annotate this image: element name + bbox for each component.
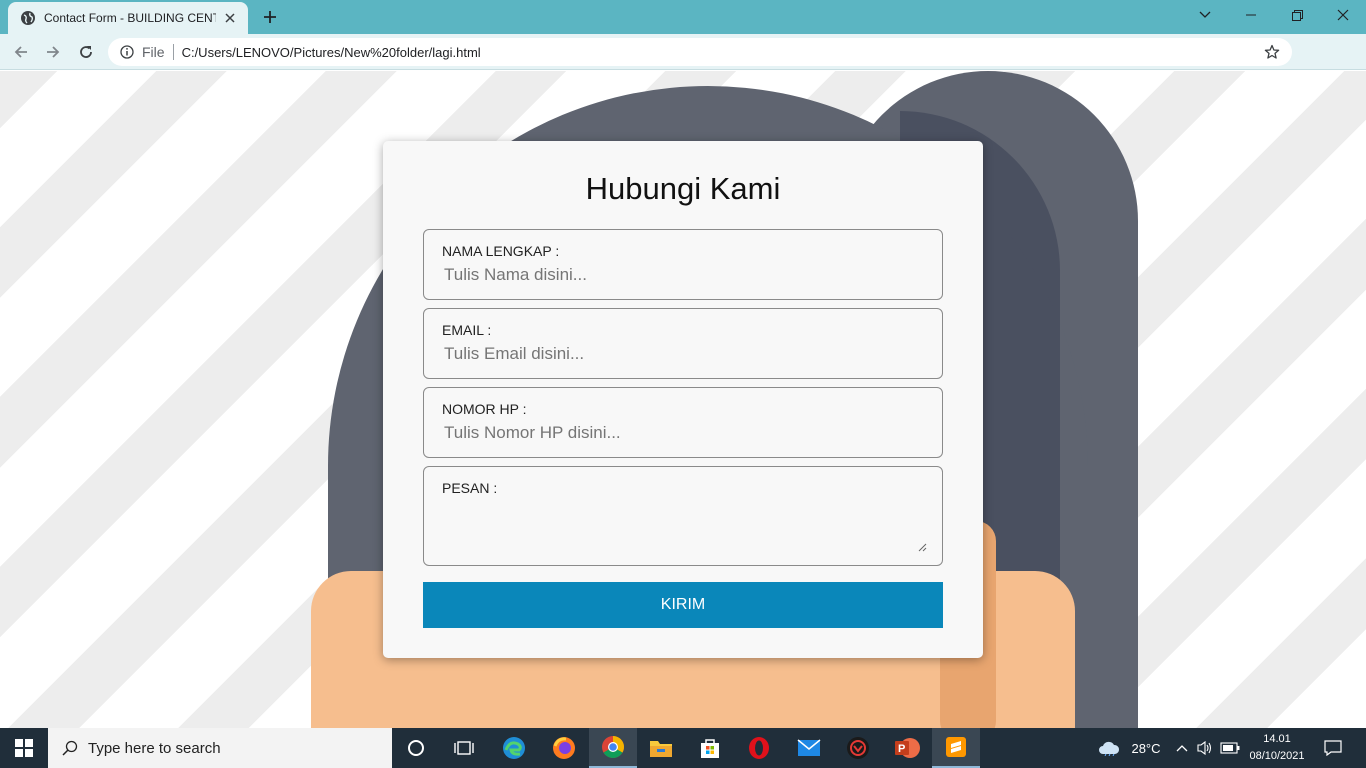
phone-field[interactable]: NOMOR HP : Tulis Nomor HP disini...	[423, 387, 943, 458]
chevron-up-icon[interactable]	[1172, 728, 1192, 768]
bookmark-star-icon[interactable]	[1264, 44, 1280, 60]
submit-button[interactable]: KIRIM	[423, 582, 943, 628]
contact-form-card: Hubungi Kami NAMA LENGKAP : Tulis Nama d…	[383, 141, 983, 658]
browser-toolbar: File C:/Users/LENOVO/Pictures/New%20fold…	[0, 34, 1366, 97]
opera-icon[interactable]	[735, 728, 783, 768]
full-name-label: NAMA LENGKAP :	[442, 243, 560, 259]
message-textarea[interactable]	[444, 502, 914, 552]
chrome-icon[interactable]	[589, 728, 637, 768]
phone-input[interactable]: Tulis Nomor HP disini...	[444, 423, 621, 443]
file-explorer-icon[interactable]	[637, 728, 685, 768]
volume-icon[interactable]	[1194, 728, 1216, 768]
game-app-icon[interactable]	[834, 728, 882, 768]
message-label: PESAN :	[442, 480, 498, 496]
notification-icon[interactable]	[1318, 728, 1348, 768]
browser-titlebar: Contact Form - BUILDING CENTE	[0, 0, 1366, 34]
phone-label: NOMOR HP :	[442, 401, 527, 417]
full-name-field[interactable]: NAMA LENGKAP : Tulis Nama disini...	[423, 229, 943, 300]
tab-title: Contact Form - BUILDING CENTE	[44, 11, 216, 25]
minimize-button[interactable]	[1228, 0, 1274, 30]
info-icon[interactable]	[120, 45, 134, 59]
url-text[interactable]: C:/Users/LENOVO/Pictures/New%20folder/la…	[182, 45, 481, 60]
windows-start-icon[interactable]	[0, 728, 48, 768]
powerpoint-icon[interactable]: P	[883, 728, 931, 768]
form-title: Hubungi Kami	[585, 171, 781, 206]
restore-button[interactable]	[1274, 0, 1320, 30]
cortana-icon[interactable]	[392, 728, 440, 768]
close-tab-icon[interactable]	[222, 10, 238, 26]
sublime-text-icon[interactable]	[932, 728, 980, 768]
weather-temperature[interactable]: 28°C	[1126, 728, 1166, 768]
scheme-label: File	[142, 44, 165, 60]
close-window-button[interactable]	[1320, 0, 1366, 30]
taskbar: Type here to search P 28°C 14.01 08/10/2…	[0, 728, 1366, 768]
microsoft-store-icon[interactable]	[686, 728, 734, 768]
mail-icon[interactable]	[785, 728, 833, 768]
forward-button[interactable]	[40, 40, 66, 64]
email-label: EMAIL :	[442, 322, 492, 338]
full-name-input[interactable]: Tulis Nama disini...	[444, 265, 587, 285]
firefox-icon[interactable]	[540, 728, 588, 768]
edge-icon[interactable]	[490, 728, 538, 768]
clock-time: 14.01	[1263, 733, 1291, 745]
back-button[interactable]	[8, 40, 34, 64]
reload-button[interactable]	[73, 40, 99, 64]
search-placeholder: Type here to search	[88, 739, 221, 757]
svg-text:P: P	[898, 743, 905, 755]
message-field[interactable]: PESAN :	[423, 466, 943, 566]
address-divider	[172, 44, 174, 60]
search-icon	[62, 740, 78, 756]
task-view-icon[interactable]	[440, 728, 488, 768]
taskbar-search-box[interactable]: Type here to search	[48, 728, 392, 768]
resize-handle-icon[interactable]	[917, 539, 927, 552]
email-field[interactable]: EMAIL : Tulis Email disini...	[423, 308, 943, 379]
new-tab-button[interactable]	[258, 6, 282, 28]
taskbar-clock[interactable]: 14.01 08/10/2021	[1244, 731, 1310, 765]
tab-search-icon[interactable]	[1182, 0, 1228, 30]
battery-icon[interactable]	[1218, 728, 1242, 768]
address-bar[interactable]: File C:/Users/LENOVO/Pictures/New%20fold…	[108, 38, 1292, 66]
page-background: Hubungi Kami NAMA LENGKAP : Tulis Nama d…	[0, 71, 1366, 728]
globe-icon	[20, 10, 36, 26]
clock-date: 08/10/2021	[1249, 750, 1305, 762]
browser-tab[interactable]: Contact Form - BUILDING CENTE	[8, 2, 248, 34]
email-input[interactable]: Tulis Email disini...	[444, 344, 584, 364]
weather-cloud-icon[interactable]	[1096, 728, 1122, 768]
